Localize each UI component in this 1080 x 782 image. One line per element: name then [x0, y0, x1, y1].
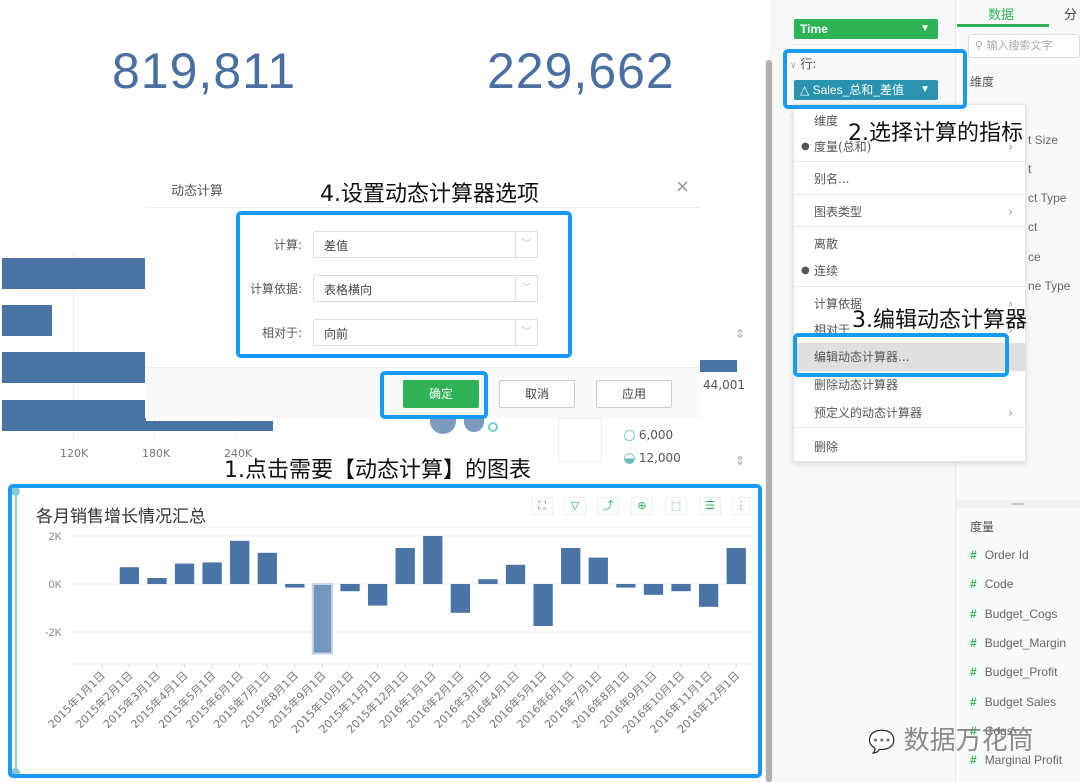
menu-item[interactable]: 离散: [794, 230, 1025, 258]
tab-analysis[interactable]: 分: [1064, 4, 1077, 23]
pill-label: Time: [800, 22, 828, 36]
bullet-icon: ●: [801, 141, 810, 152]
highlight-chart: [8, 484, 762, 778]
annotation-step3: 3.编辑动态计算器: [852, 308, 1027, 333]
wechat-icon: 💬: [868, 730, 896, 755]
menu-item[interactable]: 删除: [794, 433, 1025, 461]
measure-field[interactable]: # Budget_Profit: [970, 665, 1057, 679]
menu-divider: [794, 194, 1025, 195]
dimension-field[interactable]: ct: [1028, 220, 1037, 234]
measure-label: Budget_Profit: [984, 665, 1058, 680]
measure-label: Budget_Cogs: [984, 606, 1058, 621]
divider: [790, 44, 950, 45]
measure-label: Budget_Margin: [984, 635, 1067, 650]
tab-data[interactable]: 数据: [988, 4, 1014, 23]
measure-label: Code: [984, 577, 1014, 592]
measure-hash-icon: #: [970, 577, 977, 592]
search-icon: ⚲: [975, 39, 984, 52]
highlight-dialog-options: [236, 211, 572, 358]
menu-item-label: 连续: [814, 264, 839, 278]
measure-field[interactable]: # Budget_Cogs: [970, 607, 1057, 621]
menu-item-label: 离散: [814, 237, 839, 251]
measure-field[interactable]: # Code: [970, 577, 1013, 591]
menu-divider: [794, 161, 1025, 162]
measure-hash-icon: #: [970, 635, 977, 650]
column-pill-time[interactable]: Time ▼: [794, 19, 938, 39]
search-input[interactable]: ⚲ 输入搜索文字: [968, 34, 1080, 58]
menu-item[interactable]: 别名...: [794, 165, 1025, 193]
annotation-step1: 1.点击需要【动态计算】的图表: [224, 458, 531, 483]
menu-divider: [794, 226, 1025, 227]
measure-label: Order Id: [984, 548, 1029, 562]
measure-field[interactable]: # Budget_Margin: [970, 636, 1066, 650]
measure-hash-icon: #: [970, 694, 977, 709]
measure-hash-icon: #: [970, 606, 977, 621]
dimension-field[interactable]: ne Type: [1028, 279, 1070, 293]
context-menu: 维度 ● 度量(总和) › 别名... 图表类型 › 离散 ● 连续 计算依据 › 相对于 › 编辑动态计算…: [793, 104, 1026, 462]
search-placeholder: 输入搜索文字: [986, 39, 1053, 52]
highlight-edit-calc: [793, 333, 1009, 377]
caret-down-icon[interactable]: ▼: [920, 19, 930, 39]
measure-hash-icon: #: [970, 665, 977, 680]
menu-item-label: 删除动态计算器: [814, 378, 899, 392]
dimension-field[interactable]: t: [1028, 162, 1031, 176]
highlight-row-pill: [783, 49, 967, 109]
dimension-field[interactable]: t Size: [1028, 133, 1058, 147]
measure-field[interactable]: # Budget Sales: [970, 695, 1056, 709]
watermark-text: 数据万花筒: [903, 726, 1034, 756]
menu-item-label: 别名...: [814, 172, 850, 186]
menu-item-label: 图表类型: [814, 205, 863, 219]
menu-item[interactable]: 预定义的动态计算器 ›: [794, 399, 1025, 427]
menu-item[interactable]: ● 连续: [794, 257, 1025, 285]
drag-handle-icon[interactable]: [1012, 503, 1024, 505]
menu-item-label: 预定义的动态计算器: [814, 406, 923, 420]
measure-field[interactable]: # Order Id: [970, 548, 1029, 562]
menu-divider: [794, 427, 1025, 428]
menu-item-label: 删除: [814, 440, 839, 454]
chevron-right-icon: ›: [1008, 205, 1013, 219]
panel-splitter[interactable]: [956, 500, 1080, 508]
measure-label: Budget Sales: [984, 694, 1057, 709]
dimension-field[interactable]: ce: [1028, 250, 1041, 264]
bullet-icon: ●: [801, 265, 810, 276]
chevron-right-icon: ›: [1008, 406, 1013, 420]
menu-divider: [794, 286, 1025, 287]
dimension-header: 维度: [970, 75, 995, 89]
tab-indicator: [957, 24, 1049, 27]
annotation-step2: 2.选择计算的指标: [848, 121, 1023, 146]
menu-item[interactable]: 图表类型 ›: [794, 198, 1025, 226]
annotation-step4: 4.设置动态计算器选项: [320, 182, 539, 207]
menu-item-label: 维度: [814, 114, 839, 128]
measure-header: 度量: [970, 520, 995, 534]
measure-hash-icon: #: [970, 548, 977, 562]
watermark: 💬 数据万花筒: [868, 720, 1034, 757]
dimension-field[interactable]: ct Type: [1028, 191, 1066, 205]
highlight-ok-button: [380, 371, 488, 419]
